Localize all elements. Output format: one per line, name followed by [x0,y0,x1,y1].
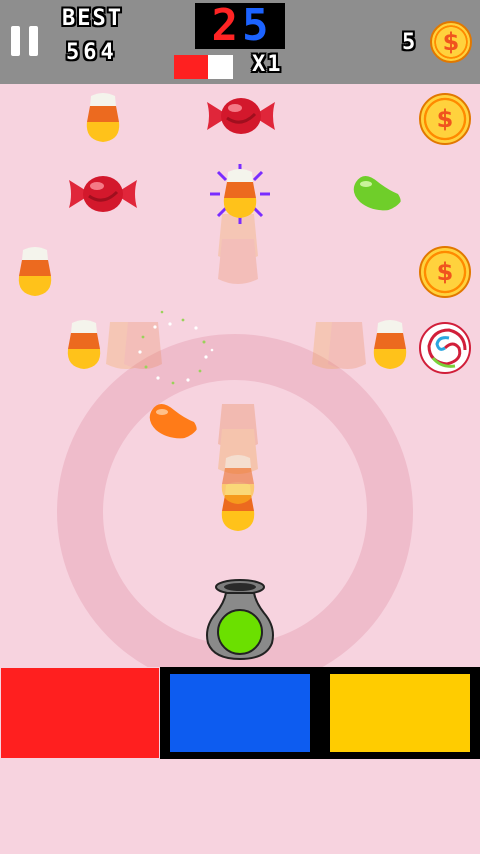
wrapped-red-candy [207,98,275,134]
best-label: BEST [62,6,123,31]
combo-progress-fill [174,55,208,79]
score-digit-tens: 2 [211,0,239,51]
best-score-value: 564 [66,40,118,65]
current-score: 2 5 [195,3,285,49]
pause-button[interactable] [11,26,39,56]
score-digit-ones: 5 [242,0,269,51]
coin-icon: $ [430,21,472,63]
candy-corn-trail [221,455,255,504]
swirl-lollipop [419,322,471,374]
orange-jelly-bean [149,404,197,439]
field-coin: $ [419,93,471,145]
candy-corn [18,247,52,296]
coin-symbol: $ [436,105,454,133]
top-hud: BEST 564 2 5 X1 5 $ [0,0,480,84]
green-jelly-bean [353,176,401,211]
trail-left [106,322,162,369]
blue-color-button[interactable] [160,667,320,759]
coin-count: 5 [402,30,418,55]
candy-corn [373,320,407,369]
pot-color-ball [217,609,263,655]
wrapped-red-candy [69,176,137,212]
coin-symbol: $ [442,28,460,56]
candy-corn [86,93,120,142]
multiplier-label: X1 [252,52,283,77]
yellow-color-button[interactable] [320,667,480,759]
field-coin: $ [419,246,471,298]
candy-corn-burst [210,164,270,224]
pause-bar-right [29,26,38,56]
candy-corn [67,320,101,369]
candy-pot-launcher [206,579,274,661]
trail-right [312,322,366,369]
coin-symbol: $ [436,258,454,286]
combo-progress-bar [174,55,233,79]
pause-bar-left [11,26,20,56]
red-color-button[interactable] [0,667,160,759]
